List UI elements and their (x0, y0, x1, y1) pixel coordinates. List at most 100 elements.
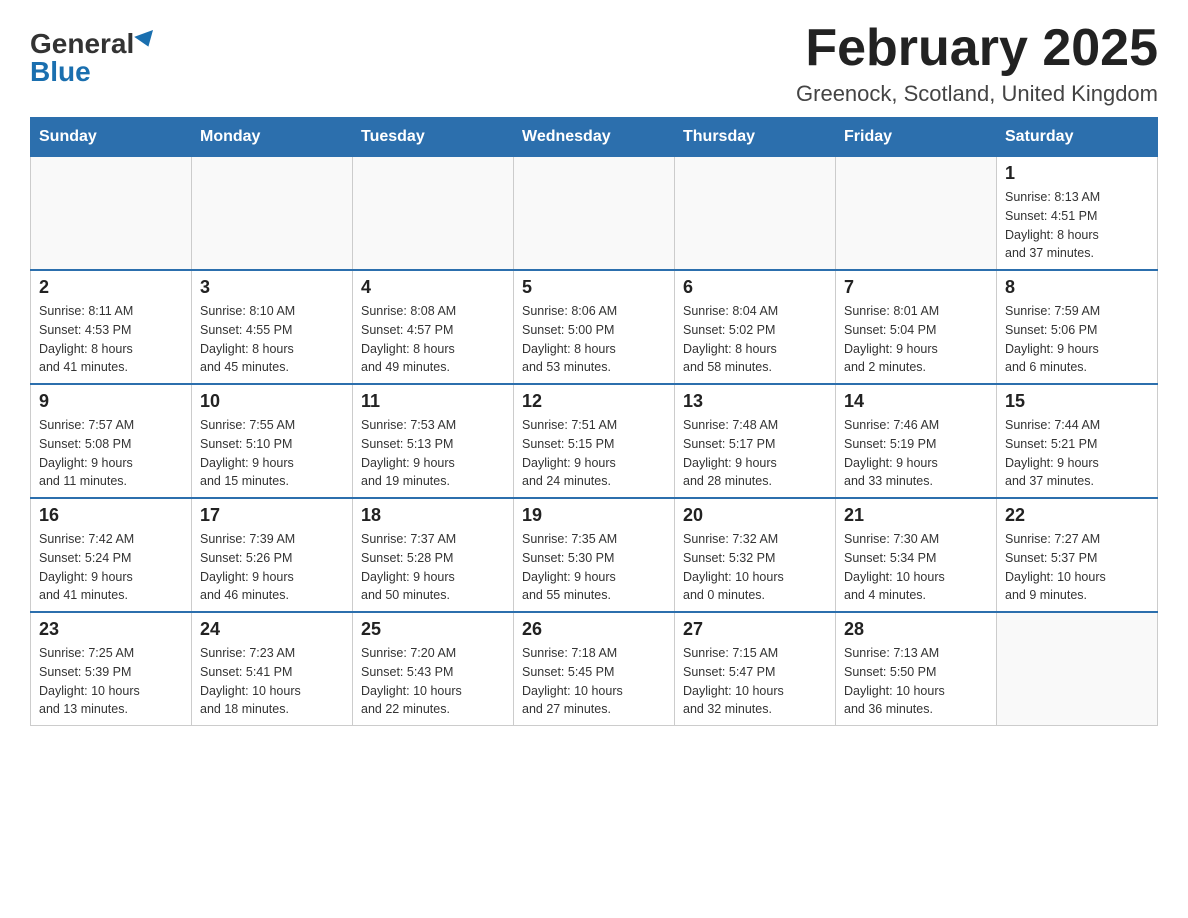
calendar-week-row: 16 Sunrise: 7:42 AMSunset: 5:24 PMDayligh… (31, 498, 1158, 612)
logo-triangle-icon (134, 30, 158, 50)
day-info: Sunrise: 8:04 AMSunset: 5:02 PMDaylight:… (683, 302, 827, 377)
day-number: 12 (522, 391, 666, 412)
calendar-cell: 27 Sunrise: 7:15 AMSunset: 5:47 PMDayligh… (675, 612, 836, 726)
calendar-cell: 24 Sunrise: 7:23 AMSunset: 5:41 PMDayligh… (192, 612, 353, 726)
title-area: February 2025 Greenock, Scotland, United… (796, 20, 1158, 107)
calendar-cell: 28Sunrise: 7:13 AMSunset: 5:50 PMDayligh… (836, 612, 997, 726)
calendar-cell: 26Sunrise: 7:18 AMSunset: 5:45 PMDayligh… (514, 612, 675, 726)
day-info: Sunrise: 7:35 AMSunset: 5:30 PMDaylight:… (522, 530, 666, 605)
day-number: 8 (1005, 277, 1149, 298)
day-number: 26 (522, 619, 666, 640)
day-info: Sunrise: 7:57 AMSunset: 5:08 PMDaylight:… (39, 416, 183, 491)
day-number: 15 (1005, 391, 1149, 412)
day-number: 19 (522, 505, 666, 526)
calendar-cell: 21Sunrise: 7:30 AMSunset: 5:34 PMDayligh… (836, 498, 997, 612)
day-number: 22 (1005, 505, 1149, 526)
day-number: 11 (361, 391, 505, 412)
day-info: Sunrise: 7:46 AMSunset: 5:19 PMDaylight:… (844, 416, 988, 491)
calendar-cell: 20 Sunrise: 7:32 AMSunset: 5:32 PMDayligh… (675, 498, 836, 612)
day-info: Sunrise: 8:06 AMSunset: 5:00 PMDaylight:… (522, 302, 666, 377)
month-title: February 2025 (796, 20, 1158, 77)
day-info: Sunrise: 7:48 AMSunset: 5:17 PMDaylight:… (683, 416, 827, 491)
calendar-table: SundayMondayTuesdayWednesdayThursdayFrid… (30, 117, 1158, 726)
day-info: Sunrise: 7:32 AMSunset: 5:32 PMDaylight:… (683, 530, 827, 605)
calendar-week-row: 23 Sunrise: 7:25 AMSunset: 5:39 PMDayligh… (31, 612, 1158, 726)
day-number: 25 (361, 619, 505, 640)
day-number: 5 (522, 277, 666, 298)
day-info: Sunrise: 7:25 AMSunset: 5:39 PMDaylight:… (39, 644, 183, 719)
day-info: Sunrise: 7:20 AMSunset: 5:43 PMDaylight:… (361, 644, 505, 719)
calendar-cell: 6 Sunrise: 8:04 AMSunset: 5:02 PMDaylight… (675, 270, 836, 384)
calendar-cell: 4Sunrise: 8:08 AMSunset: 4:57 PMDaylight… (353, 270, 514, 384)
calendar-cell: 2Sunrise: 8:11 AMSunset: 4:53 PMDaylight… (31, 270, 192, 384)
day-info: Sunrise: 8:01 AMSunset: 5:04 PMDaylight:… (844, 302, 988, 377)
day-info: Sunrise: 7:23 AMSunset: 5:41 PMDaylight:… (200, 644, 344, 719)
calendar-week-row: 2Sunrise: 8:11 AMSunset: 4:53 PMDaylight… (31, 270, 1158, 384)
day-number: 6 (683, 277, 827, 298)
day-info: Sunrise: 8:10 AMSunset: 4:55 PMDaylight:… (200, 302, 344, 377)
calendar-cell: 23 Sunrise: 7:25 AMSunset: 5:39 PMDayligh… (31, 612, 192, 726)
day-info: Sunrise: 7:53 AMSunset: 5:13 PMDaylight:… (361, 416, 505, 491)
calendar-cell: 25 Sunrise: 7:20 AMSunset: 5:43 PMDayligh… (353, 612, 514, 726)
calendar-cell (836, 157, 997, 271)
calendar-cell: 14 Sunrise: 7:46 AMSunset: 5:19 PMDayligh… (836, 384, 997, 498)
calendar-cell (192, 157, 353, 271)
day-info: Sunrise: 7:15 AMSunset: 5:47 PMDaylight:… (683, 644, 827, 719)
day-info: Sunrise: 7:42 AMSunset: 5:24 PMDaylight:… (39, 530, 183, 605)
day-info: Sunrise: 7:55 AMSunset: 5:10 PMDaylight:… (200, 416, 344, 491)
day-number: 20 (683, 505, 827, 526)
calendar-cell (675, 157, 836, 271)
day-number: 23 (39, 619, 183, 640)
weekday-header-wednesday: Wednesday (514, 118, 675, 157)
calendar-cell: 18 Sunrise: 7:37 AMSunset: 5:28 PMDayligh… (353, 498, 514, 612)
day-number: 24 (200, 619, 344, 640)
weekday-header-sunday: Sunday (31, 118, 192, 157)
day-info: Sunrise: 7:27 AMSunset: 5:37 PMDaylight:… (1005, 530, 1149, 605)
day-info: Sunrise: 8:11 AMSunset: 4:53 PMDaylight:… (39, 302, 183, 377)
day-number: 13 (683, 391, 827, 412)
calendar-week-row: 9 Sunrise: 7:57 AMSunset: 5:08 PMDaylight… (31, 384, 1158, 498)
day-number: 4 (361, 277, 505, 298)
calendar-cell: 22 Sunrise: 7:27 AMSunset: 5:37 PMDayligh… (997, 498, 1158, 612)
calendar-cell: 9 Sunrise: 7:57 AMSunset: 5:08 PMDaylight… (31, 384, 192, 498)
day-number: 7 (844, 277, 988, 298)
day-number: 14 (844, 391, 988, 412)
day-number: 21 (844, 505, 988, 526)
calendar-cell: 8 Sunrise: 7:59 AMSunset: 5:06 PMDaylight… (997, 270, 1158, 384)
calendar-cell: 16 Sunrise: 7:42 AMSunset: 5:24 PMDayligh… (31, 498, 192, 612)
page-header: General Blue February 2025 Greenock, Sco… (30, 20, 1158, 107)
day-number: 3 (200, 277, 344, 298)
weekday-header-saturday: Saturday (997, 118, 1158, 157)
calendar-cell: 7 Sunrise: 8:01 AMSunset: 5:04 PMDaylight… (836, 270, 997, 384)
calendar-cell: 5 Sunrise: 8:06 AMSunset: 5:00 PMDaylight… (514, 270, 675, 384)
weekday-header-friday: Friday (836, 118, 997, 157)
calendar-cell (997, 612, 1158, 726)
calendar-cell: 19 Sunrise: 7:35 AMSunset: 5:30 PMDayligh… (514, 498, 675, 612)
day-info: Sunrise: 7:39 AMSunset: 5:26 PMDaylight:… (200, 530, 344, 605)
calendar-cell: 15 Sunrise: 7:44 AMSunset: 5:21 PMDayligh… (997, 384, 1158, 498)
calendar-cell: 13 Sunrise: 7:48 AMSunset: 5:17 PMDayligh… (675, 384, 836, 498)
weekday-header-monday: Monday (192, 118, 353, 157)
day-number: 27 (683, 619, 827, 640)
calendar-cell: 10 Sunrise: 7:55 AMSunset: 5:10 PMDayligh… (192, 384, 353, 498)
calendar-cell: 3 Sunrise: 8:10 AMSunset: 4:55 PMDaylight… (192, 270, 353, 384)
day-number: 18 (361, 505, 505, 526)
day-number: 17 (200, 505, 344, 526)
day-info: Sunrise: 7:13 AMSunset: 5:50 PMDaylight:… (844, 644, 988, 719)
day-info: Sunrise: 8:13 AMSunset: 4:51 PMDaylight:… (1005, 188, 1149, 263)
day-number: 9 (39, 391, 183, 412)
calendar-cell (514, 157, 675, 271)
calendar-cell: 1 Sunrise: 8:13 AMSunset: 4:51 PMDaylight… (997, 157, 1158, 271)
day-number: 16 (39, 505, 183, 526)
calendar-cell: 17 Sunrise: 7:39 AMSunset: 5:26 PMDayligh… (192, 498, 353, 612)
calendar-week-row: 1 Sunrise: 8:13 AMSunset: 4:51 PMDaylight… (31, 157, 1158, 271)
calendar-cell (353, 157, 514, 271)
day-number: 10 (200, 391, 344, 412)
day-number: 1 (1005, 163, 1149, 184)
day-info: Sunrise: 7:59 AMSunset: 5:06 PMDaylight:… (1005, 302, 1149, 377)
day-info: Sunrise: 7:44 AMSunset: 5:21 PMDaylight:… (1005, 416, 1149, 491)
weekday-header-thursday: Thursday (675, 118, 836, 157)
day-info: Sunrise: 7:37 AMSunset: 5:28 PMDaylight:… (361, 530, 505, 605)
calendar-cell: 11 Sunrise: 7:53 AMSunset: 5:13 PMDayligh… (353, 384, 514, 498)
location-subtitle: Greenock, Scotland, United Kingdom (796, 81, 1158, 107)
